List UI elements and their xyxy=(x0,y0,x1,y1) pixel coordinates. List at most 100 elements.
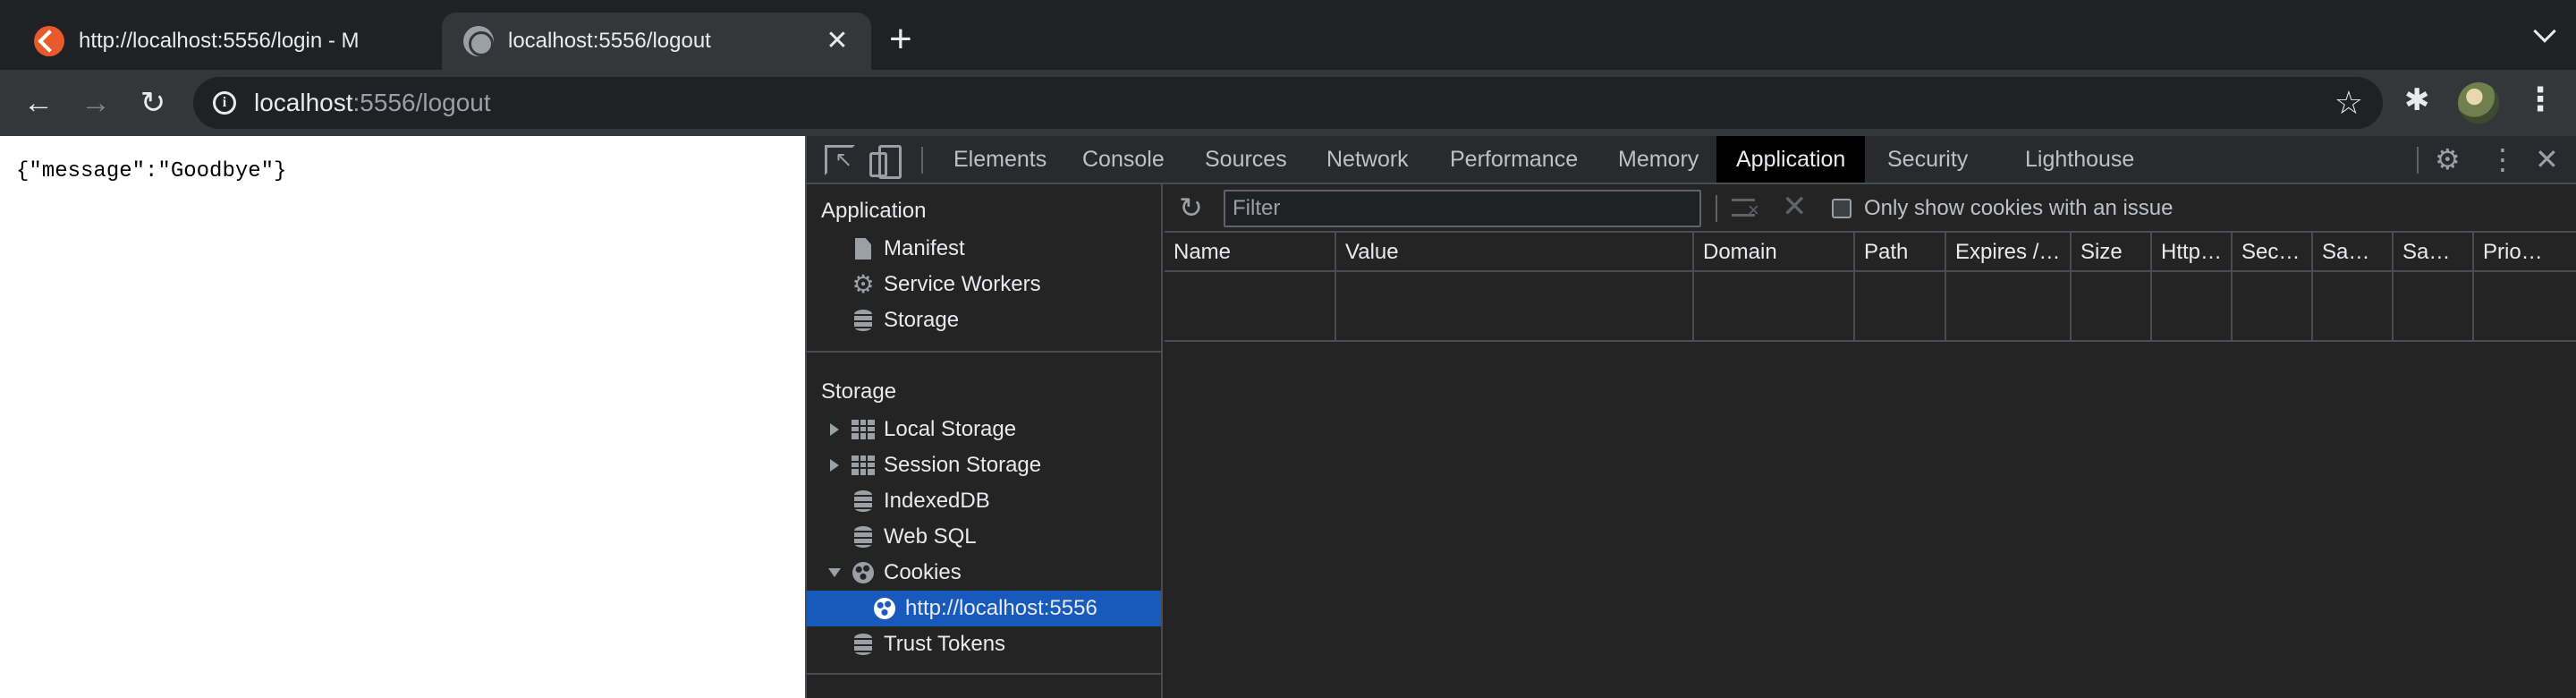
sidebar-divider xyxy=(807,673,1161,675)
column-header-priority[interactable]: Prio… xyxy=(2474,233,2576,272)
table-cell xyxy=(2233,272,2313,342)
kebab-menu-icon[interactable]: ⋮ xyxy=(2524,81,2556,118)
sidebar-item-manifest[interactable]: Manifest xyxy=(807,231,1161,267)
tab-network[interactable]: Network xyxy=(1307,136,1428,183)
column-header-httponly[interactable]: Http… xyxy=(2152,233,2233,272)
sidebar-item-service-workers[interactable]: ⚙ Service Workers xyxy=(807,267,1161,302)
table-cell xyxy=(1694,272,1855,342)
table-grid-icon xyxy=(852,454,875,477)
json-response-text: {"message":"Goodbye"} xyxy=(16,159,287,183)
devtools-panel: Elements Console Sources Network Perform… xyxy=(805,136,2576,698)
sidebar-item-cookie-origin[interactable]: http://localhost:5556 xyxy=(807,591,1161,626)
site-favicon-icon xyxy=(34,26,64,56)
bookmark-star-icon[interactable]: ☆ xyxy=(2334,84,2363,122)
column-header-size[interactable]: Size xyxy=(2072,233,2152,272)
table-cell xyxy=(1165,272,1336,342)
tab-performance[interactable]: Performance xyxy=(1430,136,1597,183)
tab-memory[interactable]: Memory xyxy=(1598,136,1718,183)
tab-elements[interactable]: Elements xyxy=(934,136,1066,183)
clear-filtered-cookies-icon[interactable] xyxy=(1732,195,1762,222)
address-bar[interactable]: i localhost:5556/logout ☆ xyxy=(193,77,2383,129)
toolbar-divider xyxy=(1716,195,1717,222)
table-cell xyxy=(2072,272,2152,342)
tab-lighthouse[interactable]: Lighthouse xyxy=(2005,136,2154,183)
expand-arrow-icon[interactable] xyxy=(830,459,839,472)
cookie-icon xyxy=(852,561,875,584)
table-cell xyxy=(2394,272,2474,342)
only-issues-checkbox[interactable] xyxy=(1832,199,1852,218)
column-header-samesite[interactable]: Sa… xyxy=(2313,233,2394,272)
expand-arrow-icon[interactable] xyxy=(830,423,839,436)
application-sidebar: Application Manifest ⚙ Service Workers S… xyxy=(807,184,1163,698)
sidebar-heading-storage: Storage xyxy=(821,379,897,404)
new-tab-button[interactable]: + xyxy=(889,20,912,59)
sidebar-item-web-sql[interactable]: Web SQL xyxy=(807,519,1161,555)
sidebar-item-session-storage[interactable]: Session Storage xyxy=(807,447,1161,483)
settings-gear-icon[interactable]: ⚙ xyxy=(2435,143,2461,175)
sidebar-item-cookies[interactable]: Cookies xyxy=(807,555,1161,591)
url-text: localhost:5556/logout xyxy=(254,89,491,116)
database-icon xyxy=(852,489,875,513)
collapse-arrow-icon[interactable] xyxy=(828,568,841,577)
table-cell xyxy=(1855,272,1946,342)
only-issues-label: Only show cookies with an issue xyxy=(1864,196,2174,220)
back-arrow-icon[interactable]: ← xyxy=(18,82,59,123)
cookies-table: Name Value Domain Path Expires /… Size H… xyxy=(1165,233,2576,342)
cookies-toolbar: ↻ ✕ Only show cookies with an issue xyxy=(1165,184,2576,233)
browser-tab-logout[interactable]: localhost:5556/logout ✕ xyxy=(442,13,871,70)
tab-application[interactable]: Application xyxy=(1716,136,1866,183)
site-info-icon[interactable]: i xyxy=(213,91,236,115)
tab-title: localhost:5556/logout xyxy=(508,29,711,53)
cookies-pane: ↻ ✕ Only show cookies with an issue Name… xyxy=(1165,184,2576,698)
puzzle-icon[interactable]: ✱ xyxy=(2404,82,2430,118)
column-header-name[interactable]: Name xyxy=(1165,233,1336,272)
profile-avatar[interactable] xyxy=(2458,82,2499,123)
tab-console[interactable]: Console xyxy=(1063,136,1184,183)
tab-sources[interactable]: Sources xyxy=(1185,136,1307,183)
refresh-icon[interactable]: ↻ xyxy=(1179,193,1203,222)
table-grid-icon xyxy=(852,418,875,441)
toolbar-divider xyxy=(921,147,923,174)
table-cell xyxy=(2152,272,2233,342)
tab-search-chevron-icon[interactable] xyxy=(2533,20,2556,43)
sidebar-item-trust-tokens[interactable]: Trust Tokens xyxy=(807,626,1161,662)
globe-icon xyxy=(463,26,494,56)
browser-toolbar: ← → ↻ i localhost:5556/logout ☆ ✱ ⋮ xyxy=(0,70,2576,136)
sidebar-heading-application: Application xyxy=(821,199,927,223)
database-icon xyxy=(852,309,875,332)
column-header-expires[interactable]: Expires /… xyxy=(1946,233,2072,272)
database-icon xyxy=(852,525,875,549)
device-toolbar-icon[interactable] xyxy=(869,145,902,179)
column-header-value[interactable]: Value xyxy=(1336,233,1694,272)
column-header-secure[interactable]: Sec… xyxy=(2233,233,2313,272)
filter-input[interactable] xyxy=(1224,190,1701,227)
column-header-path[interactable]: Path xyxy=(1855,233,1946,272)
devtools-tab-bar: Elements Console Sources Network Perform… xyxy=(807,136,2576,184)
document-icon xyxy=(852,237,875,260)
sidebar-item-storage[interactable]: Storage xyxy=(807,302,1161,338)
sidebar-item-local-storage[interactable]: Local Storage xyxy=(807,412,1161,447)
sidebar-item-indexeddb[interactable]: IndexedDB xyxy=(807,483,1161,519)
column-header-sameparty[interactable]: Sa… xyxy=(2394,233,2474,272)
close-tab-icon[interactable]: ✕ xyxy=(819,28,855,55)
table-cell xyxy=(1336,272,1694,342)
column-header-domain[interactable]: Domain xyxy=(1694,233,1855,272)
table-cell xyxy=(2313,272,2394,342)
sidebar-divider xyxy=(807,351,1161,353)
cookie-icon xyxy=(873,597,896,620)
table-header: Name Value Domain Path Expires /… Size H… xyxy=(1165,233,2576,272)
devtools-menu-icon[interactable]: ⋮ xyxy=(2488,143,2517,175)
reload-icon[interactable]: ↻ xyxy=(132,82,174,123)
page-content: {"message":"Goodbye"} xyxy=(0,136,805,698)
table-row xyxy=(1165,272,2576,342)
close-devtools-icon[interactable]: ✕ xyxy=(2535,143,2559,175)
tab-security[interactable]: Security xyxy=(1868,136,1987,183)
inspect-element-icon[interactable] xyxy=(825,145,855,175)
forward-arrow-icon[interactable]: → xyxy=(75,82,116,123)
clear-all-cookies-icon[interactable]: ✕ xyxy=(1782,192,1808,222)
tab-strip: http://localhost:5556/login - M localhos… xyxy=(0,0,2576,70)
table-cell xyxy=(1946,272,2072,342)
gear-icon: ⚙ xyxy=(852,270,875,298)
browser-tab-login[interactable]: http://localhost:5556/login - M xyxy=(0,13,438,70)
toolbar-divider xyxy=(2417,147,2419,174)
